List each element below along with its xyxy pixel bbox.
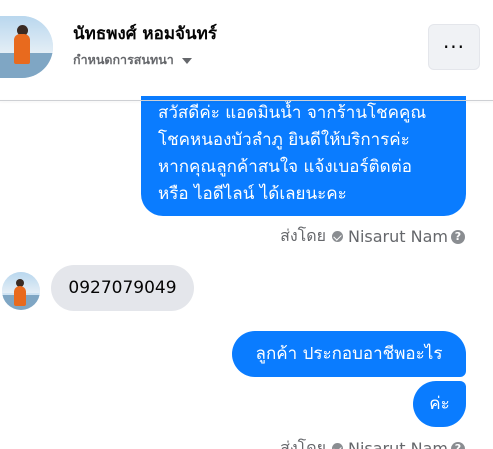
verified-check-icon: [332, 443, 343, 449]
help-icon[interactable]: ?: [451, 229, 465, 244]
message-line: หรือ ไอดีไลน์ ได้เลยนะคะ: [158, 184, 347, 204]
sent-by-label: ส่งโดย: [280, 438, 326, 449]
conversation-header: นัทธพงศ์ หอมจันทร์ กำหนดการสนทนา ···: [0, 0, 493, 100]
outgoing-message-bubble[interactable]: สวัสดีค่ะ แอดมินน้ำ จากร้านโชคคูณ โชคหนอ…: [141, 96, 466, 216]
schedule-dropdown[interactable]: กำหนดการสนทนา: [73, 50, 192, 70]
verified-check-icon: [332, 231, 343, 242]
sent-by-label: ส่งโดย: [280, 226, 326, 245]
more-options-button[interactable]: ···: [428, 24, 480, 70]
help-icon[interactable]: ?: [451, 441, 465, 449]
message-line: หากคุณลูกค้าสนใจ แจ้งเบอร์ติดต่อ: [158, 157, 412, 177]
more-options-icon: ···: [442, 35, 466, 59]
message-line: โชคหนองบัวลำภู ยินดีให้บริการค่ะ: [158, 130, 410, 150]
message-line: สวัสดีค่ะ แอดมินน้ำ จากร้านโชคคูณ: [158, 103, 427, 123]
sender-name: Nisarut Nam: [348, 439, 448, 449]
caret-down-icon: [181, 57, 192, 64]
incoming-message-bubble[interactable]: 0927079049: [51, 265, 194, 311]
contact-avatar-small[interactable]: [2, 272, 40, 310]
sender-name: Nisarut Nam: [348, 227, 448, 246]
contact-name[interactable]: นัทธพงศ์ หอมจันทร์: [73, 20, 217, 47]
contact-avatar[interactable]: [0, 16, 53, 78]
sent-by-info: ส่งโดย Nisarut Nam ?: [280, 224, 465, 249]
header-divider: [0, 100, 493, 101]
outgoing-message-bubble[interactable]: ลูกค้า ประกอบอาชีพอะไร: [232, 331, 466, 377]
outgoing-message-bubble[interactable]: ค่ะ: [413, 381, 466, 427]
sent-by-info: ส่งโดย Nisarut Nam ?: [280, 436, 465, 449]
schedule-label: กำหนดการสนทนา: [73, 52, 174, 67]
